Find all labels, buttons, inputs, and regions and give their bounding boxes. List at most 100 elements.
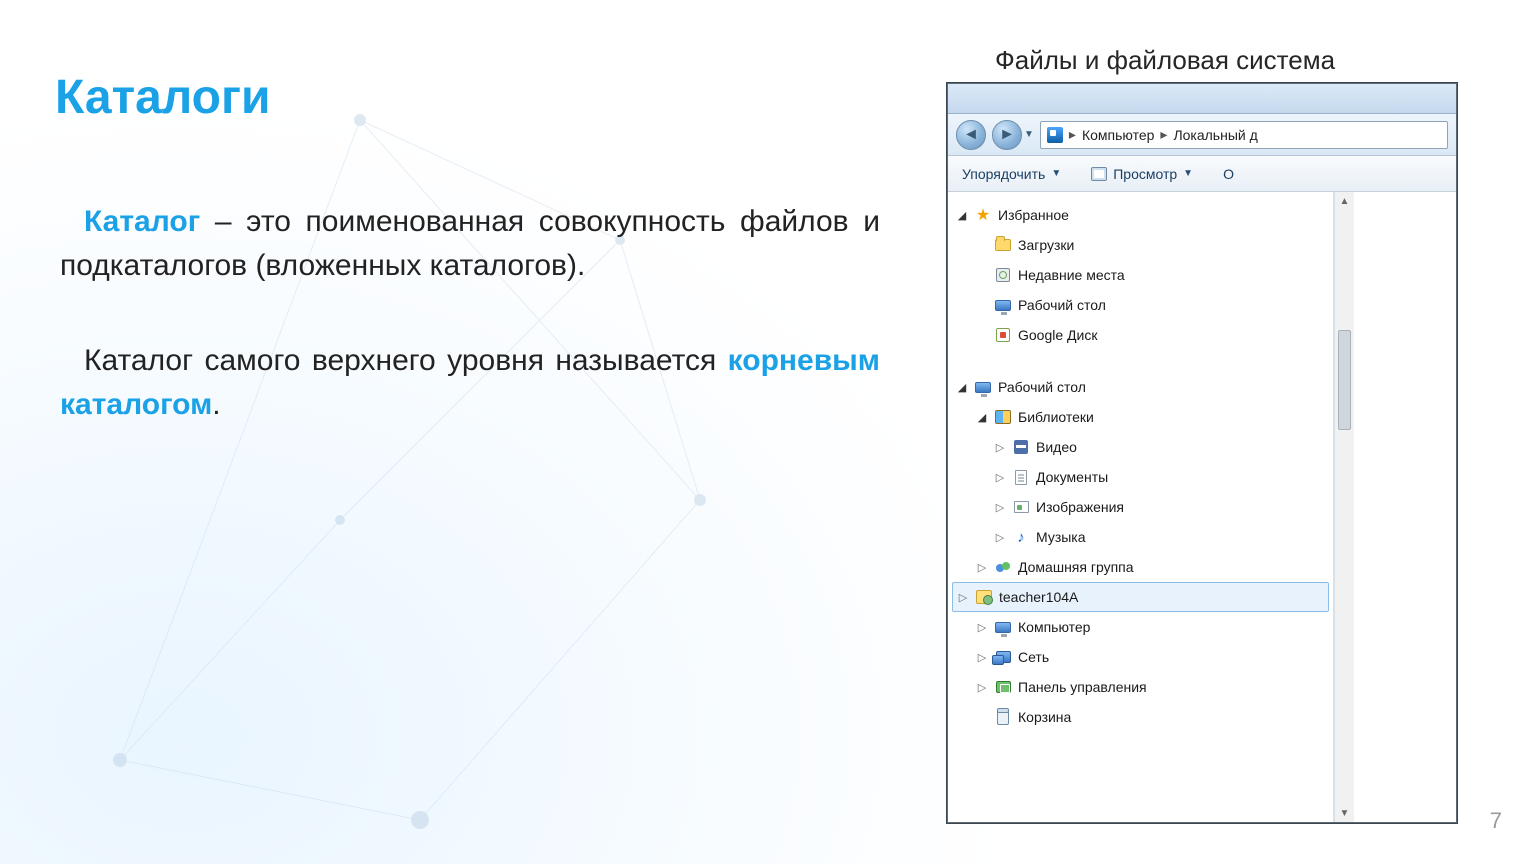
tree-music[interactable]: ▷ ♪ Музыка [948,522,1333,552]
scroll-up-icon[interactable]: ▲ [1335,192,1354,210]
tree-gdrive[interactable]: Google Диск [948,320,1333,350]
breadcrumb-separator-icon: ▸ [1069,126,1076,143]
tree-network[interactable]: ▷ Сеть [948,642,1333,672]
tree-label: Недавние места [1018,267,1125,283]
expand-icon[interactable]: ◢ [956,209,968,222]
view-menu[interactable]: Просмотр ▼ [1091,166,1193,182]
tree-video[interactable]: ▷ Видео [948,432,1333,462]
gdrive-icon [996,328,1010,342]
expand-icon[interactable]: ◢ [976,411,988,424]
expand-icon[interactable]: ▷ [994,501,1006,514]
address-bar[interactable]: ▸ Компьютер ▸ Локальный д [1040,121,1448,149]
tree-desktop[interactable]: ◢ Рабочий стол [948,372,1333,402]
caret-down-icon: ▼ [1183,168,1193,179]
tree-label: Корзина [1018,709,1071,725]
slide-body: Каталог – это поименованная совокупность… [60,200,880,478]
expand-icon[interactable]: ▷ [976,621,988,634]
tree-user[interactable]: ▷ teacher104A [952,582,1329,612]
explorer-content [1354,192,1456,822]
tree-recent[interactable]: Недавние места [948,260,1333,290]
tree-label: Избранное [998,207,1069,223]
expand-icon[interactable]: ▷ [957,591,969,604]
explorer-window: ◄ ► ▼ ▸ Компьютер ▸ Локальный д Упорядоч… [947,83,1457,823]
tree-recyclebin[interactable]: Корзина [948,702,1333,732]
open-menu[interactable]: О [1223,166,1234,182]
control-panel-icon [996,681,1011,693]
tree-computer[interactable]: ▷ Компьютер [948,612,1333,642]
toolbar: Упорядочить ▼ Просмотр ▼ О [948,156,1456,192]
breadcrumb-segment-2[interactable]: Локальный д [1173,127,1257,143]
slide-title: Каталоги [55,70,270,125]
scroll-down-icon[interactable]: ▼ [1335,804,1354,822]
view-label: Просмотр [1113,166,1177,182]
navigation-tree: ◢ ★ Избранное Загрузки Недавние места Ра… [948,192,1334,822]
tree-label: Сеть [1018,649,1049,665]
tree-documents[interactable]: ▷ Документы [948,462,1333,492]
document-icon [1015,470,1027,485]
page-number: 7 [1490,808,1502,834]
tree-label: Документы [1036,469,1108,485]
recycle-bin-icon [997,710,1009,725]
tree-label: Видео [1036,439,1077,455]
tree-desktop-fav[interactable]: Рабочий стол [948,290,1333,320]
arrow-left-icon: ◄ [963,126,979,144]
view-icon [1091,167,1107,181]
homegroup-icon [994,558,1012,576]
tree-label: teacher104A [999,589,1078,605]
user-folder-icon [976,590,992,604]
organize-menu[interactable]: Упорядочить ▼ [962,166,1061,182]
paragraph-2: Каталог самого верхнего уровня называетс… [60,339,880,426]
organize-label: Упорядочить [962,166,1045,182]
paragraph-1: Каталог – это поименованная совокупность… [60,200,880,287]
tree-favorites[interactable]: ◢ ★ Избранное [948,200,1333,230]
tree-label: Компьютер [1018,619,1090,635]
video-icon [1014,440,1028,454]
expand-icon[interactable]: ▷ [976,651,988,664]
computer-icon [1047,127,1063,143]
forward-button[interactable]: ► [992,120,1022,150]
breadcrumb-segment-1[interactable]: Компьютер [1082,127,1154,143]
arrow-right-icon: ► [999,126,1015,144]
desktop-icon [995,300,1011,311]
picture-icon [1014,501,1029,513]
expand-icon[interactable]: ▷ [994,531,1006,544]
tree-homegroup[interactable]: ▷ Домашняя группа [948,552,1333,582]
expand-icon[interactable]: ▷ [994,471,1006,484]
tree-label: Google Диск [1018,327,1097,343]
star-icon: ★ [974,206,992,224]
history-dropdown[interactable]: ▼ [1024,129,1034,140]
tree-controlpanel[interactable]: ▷ Панель управления [948,672,1333,702]
caret-down-icon: ▼ [1051,168,1061,179]
tree-label: Панель управления [1018,679,1147,695]
scroll-track[interactable] [1335,210,1354,804]
slide-header: Файлы и файловая система [995,45,1335,76]
music-icon: ♪ [1012,528,1030,546]
tree-libraries[interactable]: ◢ Библиотеки [948,402,1333,432]
tree-scrollbar[interactable]: ▲ ▼ [1334,192,1354,822]
computer-icon [995,622,1011,633]
scroll-thumb[interactable] [1338,330,1351,430]
expand-icon[interactable]: ▷ [976,561,988,574]
expand-icon[interactable]: ◢ [956,381,968,394]
network-icon [996,651,1011,663]
expand-icon[interactable]: ▷ [994,441,1006,454]
nav-bar: ◄ ► ▼ ▸ Компьютер ▸ Локальный д [948,114,1456,156]
tree-label: Загрузки [1018,237,1074,253]
paragraph-2-post: . [212,388,220,421]
keyword-catalog: Каталог [84,205,200,238]
tree-downloads[interactable]: Загрузки [948,230,1333,260]
tree-label: Домашняя группа [1018,559,1134,575]
tree-label: Библиотеки [1018,409,1094,425]
tree-label: Рабочий стол [998,379,1086,395]
breadcrumb-separator-icon: ▸ [1160,126,1167,143]
tree-pictures[interactable]: ▷ Изображения [948,492,1333,522]
folder-icon [995,239,1011,251]
recent-icon [996,268,1010,282]
paragraph-2-pre: Каталог самого верхнего уровня называетс… [84,344,728,377]
desktop-icon [975,382,991,393]
open-label: О [1223,166,1234,182]
libraries-icon [995,410,1011,424]
tree-label: Изображения [1036,499,1124,515]
back-button[interactable]: ◄ [956,120,986,150]
expand-icon[interactable]: ▷ [976,681,988,694]
